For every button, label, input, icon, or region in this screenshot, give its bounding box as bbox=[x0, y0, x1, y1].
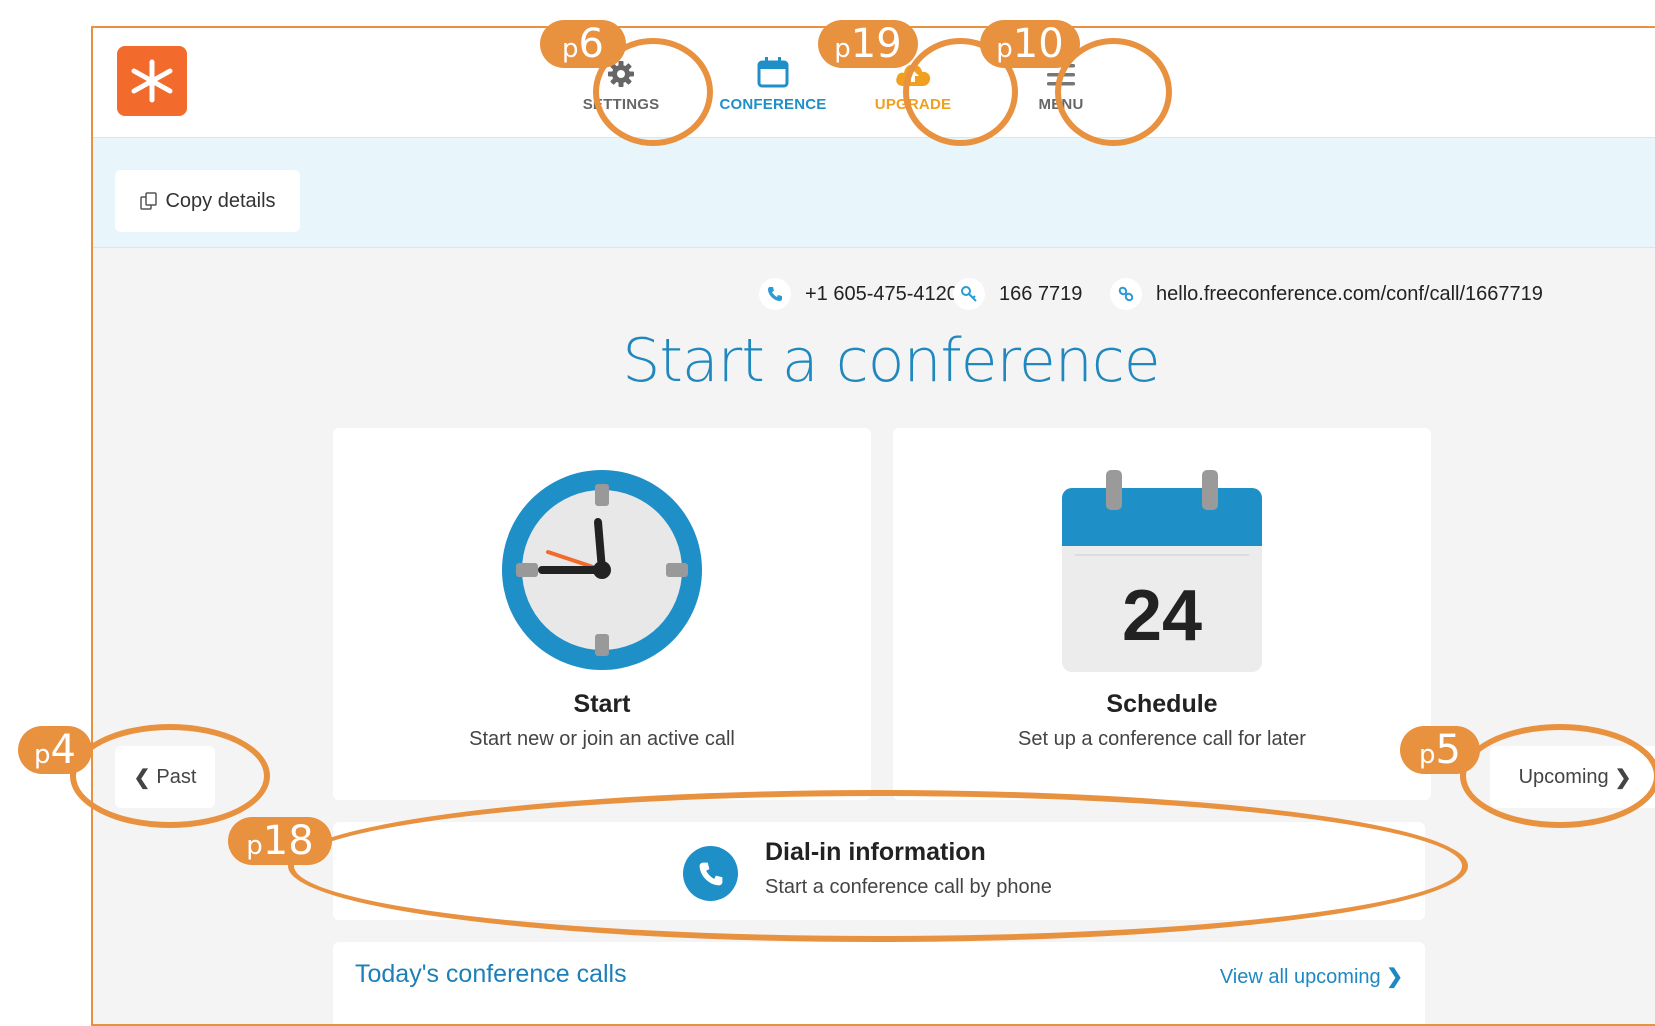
upcoming-label: Upcoming bbox=[1518, 765, 1609, 788]
logo-asterisk-icon bbox=[131, 59, 173, 103]
copy-details-label: Copy details bbox=[165, 189, 276, 212]
callout-badge-p5: p 5 bbox=[1400, 726, 1480, 774]
calendar-day-number: 24 bbox=[1122, 576, 1202, 656]
link-icon bbox=[1110, 278, 1142, 310]
callout-number: 6 bbox=[578, 21, 604, 67]
nav-menu-label: MENU bbox=[1038, 96, 1084, 113]
nav-settings-label: SETTINGS bbox=[582, 96, 660, 113]
phone-circle-icon bbox=[683, 846, 738, 901]
callout-prefix: p bbox=[834, 34, 851, 64]
callout-badge-p4: p 4 bbox=[18, 726, 92, 774]
callout-badge-p6: p 6 bbox=[540, 20, 626, 68]
page-title: Start a conference bbox=[622, 326, 1160, 396]
callout-prefix: p bbox=[562, 34, 579, 64]
app-logo[interactable] bbox=[117, 46, 187, 116]
schedule-label: Schedule bbox=[1106, 690, 1218, 718]
nav-conference[interactable]: CONFERENCE bbox=[708, 50, 838, 113]
callout-prefix: p bbox=[996, 34, 1013, 64]
start-label: Start bbox=[573, 690, 631, 718]
phone-number-item[interactable]: +1 605-475-4120 bbox=[759, 278, 958, 310]
callout-number: 18 bbox=[262, 818, 314, 864]
key-icon bbox=[953, 278, 985, 310]
dial-in-title: Dial-in information bbox=[765, 838, 986, 866]
clock-icon bbox=[502, 470, 702, 670]
chevron-left-icon: ❮ bbox=[133, 766, 151, 789]
past-button[interactable]: ❮ Past bbox=[115, 746, 215, 808]
chevron-right-icon: ❯ bbox=[1386, 966, 1403, 988]
start-card[interactable]: Start Start new or join an active call bbox=[333, 428, 871, 800]
schedule-card[interactable]: 24 Schedule Set up a conference call for… bbox=[893, 428, 1431, 800]
todays-calls-title: Today's conference calls bbox=[355, 960, 627, 988]
callout-badge-p19: p 19 bbox=[818, 20, 918, 68]
callout-prefix: p bbox=[246, 831, 263, 861]
calendar-24-icon: 24 bbox=[1062, 470, 1262, 672]
phone-number: +1 605-475-4120 bbox=[805, 282, 958, 305]
callout-prefix: p bbox=[1419, 740, 1436, 770]
callout-badge-p10: p 10 bbox=[980, 20, 1080, 68]
callout-badge-p18: p 18 bbox=[228, 817, 332, 865]
callout-prefix: p bbox=[34, 740, 51, 770]
copy-details-button[interactable]: Copy details bbox=[115, 170, 300, 232]
dial-in-card[interactable]: Dial-in information Start a conference c… bbox=[333, 822, 1425, 920]
access-code-item[interactable]: 166 7719 bbox=[953, 278, 1082, 310]
callout-number: 5 bbox=[1435, 727, 1461, 773]
upcoming-button[interactable]: Upcoming ❯ bbox=[1490, 746, 1655, 808]
start-description: Start new or join an active call bbox=[469, 728, 735, 750]
callout-number: 10 bbox=[1012, 21, 1064, 67]
calendar-icon bbox=[757, 50, 789, 88]
access-code: 166 7719 bbox=[999, 282, 1083, 305]
call-info-bar: Copy details +1 605-475-4120 166 7719 he… bbox=[93, 138, 1655, 310]
callout-number: 4 bbox=[50, 727, 76, 773]
conference-link: hello.freeconference.com/conf/call/16677… bbox=[1156, 282, 1543, 305]
app-frame: SETTINGS CONFERENCE UPGRADE MENU Copy de… bbox=[91, 26, 1655, 1026]
nav-conference-label: CONFERENCE bbox=[719, 96, 827, 113]
schedule-description: Set up a conference call for later bbox=[1018, 728, 1306, 750]
todays-calls-panel: Today's conference calls View all upcomi… bbox=[333, 942, 1425, 1024]
copy-icon bbox=[140, 192, 158, 210]
dial-in-description: Start a conference call by phone bbox=[765, 876, 1052, 898]
view-all-upcoming-link[interactable]: View all upcoming ❯ bbox=[1220, 964, 1403, 989]
callout-number: 19 bbox=[850, 21, 902, 67]
conference-link-item[interactable]: hello.freeconference.com/conf/call/16677… bbox=[1110, 278, 1543, 310]
chevron-right-icon: ❯ bbox=[1614, 766, 1632, 789]
nav-upgrade-label: UPGRADE bbox=[874, 96, 952, 113]
past-label: Past bbox=[156, 765, 197, 788]
phone-icon bbox=[759, 278, 791, 310]
view-all-upcoming-label: View all upcoming bbox=[1219, 966, 1381, 988]
